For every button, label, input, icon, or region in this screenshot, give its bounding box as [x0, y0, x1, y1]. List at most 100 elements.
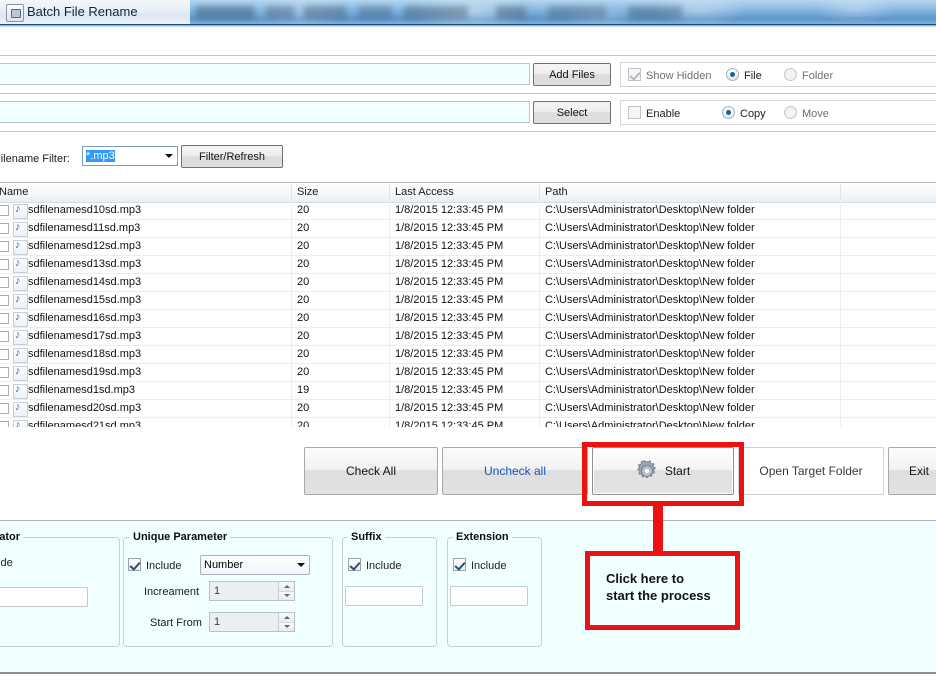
files-path-input[interactable]	[0, 63, 530, 85]
suffix-include-checkbox[interactable]	[348, 558, 361, 571]
row-checkbox[interactable]	[0, 385, 9, 396]
cell-name: sdfilenamesd16sd.mp3	[28, 312, 142, 324]
start-from-down-icon[interactable]	[279, 621, 294, 631]
cell-last-access: 1/8/2015 12:33:45 PM	[395, 384, 504, 396]
cell-size: 20	[297, 330, 310, 342]
increment-spin-buttons[interactable]	[278, 582, 294, 600]
cell-path: C:\Users\Administrator\Desktop\New folde…	[545, 348, 755, 360]
filename-filter-value-wrap: *.mp3	[83, 150, 161, 162]
row-checkbox[interactable]	[0, 241, 9, 252]
row-checkbox[interactable]	[0, 295, 9, 306]
cell-path: C:\Users\Administrator\Desktop\New folde…	[545, 366, 755, 378]
start-button-label: Start	[664, 464, 691, 478]
cell-size: 20	[297, 276, 310, 288]
folder-radio-label: Folder	[802, 70, 834, 82]
open-target-folder-button[interactable]: Open Target Folder	[738, 447, 884, 495]
music-file-icon	[13, 239, 28, 255]
uncheck-all-button[interactable]: Uncheck all	[442, 447, 588, 495]
table-row[interactable]: sdfilenamesd11sd.mp3 20 1/8/2015 12:33:45 …	[0, 220, 936, 238]
start-button[interactable]: Start	[592, 447, 734, 495]
start-from-up-icon[interactable]	[279, 613, 294, 622]
move-radio[interactable]	[784, 106, 797, 119]
show-hidden-checkbox[interactable]	[628, 68, 641, 81]
cell-name: sdfilenamesd10sd.mp3	[28, 204, 142, 216]
table-row[interactable]: sdfilenamesd10sd.mp3 20 1/8/2015 12:33:45 …	[0, 202, 936, 220]
copy-radio[interactable]	[722, 106, 735, 119]
extension-include-checkbox[interactable]	[453, 558, 466, 571]
row-checkbox[interactable]	[0, 259, 9, 270]
add-files-button[interactable]: Add Files	[533, 63, 611, 86]
unique-mode-value: Number	[204, 559, 244, 571]
divider-top	[0, 55, 936, 56]
row-checkbox[interactable]	[0, 349, 9, 360]
music-file-icon	[13, 203, 28, 219]
column-header-last-access[interactable]: Last Access	[390, 183, 542, 202]
unique-mode-combobox[interactable]: Number	[200, 555, 310, 575]
column-header-size[interactable]: Size	[292, 183, 392, 202]
table-row[interactable]: sdfilenamesd20sd.mp3 20 1/8/2015 12:33:45 …	[0, 400, 936, 418]
increment-value: 1	[214, 585, 221, 597]
row-checkbox[interactable]	[0, 403, 9, 414]
row-checkbox[interactable]	[0, 205, 9, 216]
row-checkbox[interactable]	[0, 223, 9, 234]
cell-last-access: 1/8/2015 12:33:45 PM	[395, 312, 504, 324]
extension-value-input[interactable]	[450, 586, 528, 606]
divider-mid	[0, 93, 936, 94]
chevron-down-icon[interactable]	[161, 147, 177, 165]
check-all-button[interactable]: Check All	[304, 447, 438, 495]
cell-path: C:\Users\Administrator\Desktop\New folde…	[545, 312, 755, 324]
separator-value-input[interactable]	[0, 587, 88, 607]
file-radio[interactable]	[726, 68, 739, 81]
chevron-down-icon-unique[interactable]	[293, 556, 309, 574]
table-row[interactable]: sdfilenamesd18sd.mp3 20 1/8/2015 12:33:45 …	[0, 346, 936, 364]
cell-path: C:\Users\Administrator\Desktop\New folde…	[545, 204, 755, 216]
table-row[interactable]: sdfilenamesd14sd.mp3 20 1/8/2015 12:33:45 …	[0, 274, 936, 292]
increment-down-icon[interactable]	[279, 590, 294, 600]
file-list-rows: sdfilenamesd10sd.mp3 20 1/8/2015 12:33:45 …	[0, 202, 936, 428]
suffix-value-input[interactable]	[345, 586, 423, 606]
extension-group-title: Extension	[453, 531, 512, 543]
row-checkbox[interactable]	[0, 313, 9, 324]
folder-radio[interactable]	[784, 68, 797, 81]
row-checkbox[interactable]	[0, 367, 9, 378]
table-row[interactable]: sdfilenamesd15sd.mp3 20 1/8/2015 12:33:45 …	[0, 292, 936, 310]
cell-path: C:\Users\Administrator\Desktop\New folde…	[545, 384, 755, 396]
start-from-spin-buttons[interactable]	[278, 613, 294, 631]
increment-up-icon[interactable]	[279, 582, 294, 591]
increment-spinner[interactable]: 1	[209, 581, 295, 601]
music-file-icon	[13, 311, 28, 327]
file-list-view[interactable]: Name Size Last Access Path sdfilenamesd1…	[0, 182, 936, 428]
header-divider-2	[389, 185, 390, 200]
annotation-callout-text: Click here to start the process	[585, 551, 740, 630]
header-divider-3	[539, 185, 540, 200]
parameters-panel: rator lude Unique Parameter Include Numb…	[0, 520, 936, 673]
column-header-name[interactable]: Name	[0, 183, 290, 202]
folder-path-input[interactable]	[0, 101, 530, 123]
column-header-path[interactable]: Path	[540, 183, 840, 202]
filter-refresh-button[interactable]: Filter/Refresh	[181, 145, 283, 168]
table-row[interactable]: sdfilenamesd1sd.mp3 19 1/8/2015 12:33:45 P…	[0, 382, 936, 400]
table-row[interactable]: sdfilenamesd16sd.mp3 20 1/8/2015 12:33:45 …	[0, 310, 936, 328]
start-from-spinner[interactable]: 1	[209, 612, 295, 632]
exit-button[interactable]: Exit	[888, 447, 936, 495]
file-radio-label: File	[744, 70, 762, 82]
cell-last-access: 1/8/2015 12:33:45 PM	[395, 240, 504, 252]
music-file-icon	[13, 383, 28, 399]
table-row[interactable]: sdfilenamesd12sd.mp3 20 1/8/2015 12:33:45 …	[0, 238, 936, 256]
table-row[interactable]: sdfilenamesd17sd.mp3 20 1/8/2015 12:33:45 …	[0, 328, 936, 346]
row-checkbox[interactable]	[0, 277, 9, 288]
table-row[interactable]: sdfilenamesd19sd.mp3 20 1/8/2015 12:33:45 …	[0, 364, 936, 382]
table-row[interactable]: sdfilenamesd13sd.mp3 20 1/8/2015 12:33:45 …	[0, 256, 936, 274]
header-divider-4	[840, 185, 841, 200]
select-folder-button[interactable]: Select	[533, 101, 611, 124]
unique-include-checkbox[interactable]	[128, 558, 141, 571]
row-checkbox[interactable]	[0, 331, 9, 342]
cell-last-access: 1/8/2015 12:33:45 PM	[395, 330, 504, 342]
unique-include-label: Include	[146, 560, 182, 572]
enable-checkbox[interactable]	[628, 106, 641, 119]
cell-last-access: 1/8/2015 12:33:45 PM	[395, 276, 504, 288]
filename-filter-combobox[interactable]: *.mp3	[82, 146, 178, 166]
cell-name: sdfilenamesd14sd.mp3	[28, 276, 142, 288]
cell-path: C:\Users\Administrator\Desktop\New folde…	[545, 330, 755, 342]
cell-size: 20	[297, 366, 310, 378]
